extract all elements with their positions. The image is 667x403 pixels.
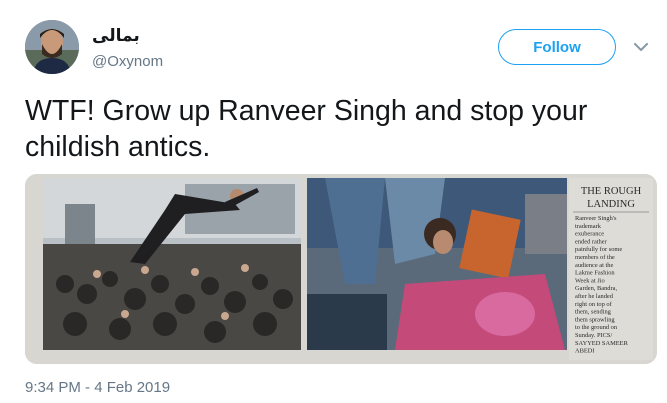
chevron-down-icon[interactable] — [630, 36, 652, 58]
caption-line: audience at the — [575, 262, 613, 269]
clipping-headline-2: LANDING — [587, 199, 635, 210]
stage-dive-photo — [43, 178, 301, 350]
caption-line: ABEDI — [575, 348, 595, 355]
caption-line: after he landed — [575, 293, 614, 300]
caption-line: painfully for some — [575, 246, 622, 253]
caption-line: Ranveer Singh's — [575, 215, 617, 222]
caption-line: Sunday. PICS/ — [575, 332, 612, 339]
caption-line: Week at Jio — [575, 277, 605, 284]
caption-line: ended rather — [575, 238, 608, 245]
newspaper-clipping-photo: THE ROUGH LANDING Ranveer Singh'stradema… — [25, 174, 657, 364]
caption-line: trademark — [575, 223, 602, 230]
avatar[interactable] — [25, 20, 79, 74]
follow-button[interactable]: Follow — [498, 29, 616, 65]
caption-column: THE ROUGH LANDING Ranveer Singh'stradema… — [569, 178, 653, 360]
caption-line: exuberance — [575, 231, 604, 238]
avatar-image — [25, 20, 79, 74]
caption-line: them, sending — [575, 309, 612, 316]
tweet-timestamp[interactable]: 9:34 PM - 4 Feb 2019 — [25, 379, 170, 396]
user-handle[interactable]: @Oxynom — [92, 53, 163, 70]
tweet-image[interactable]: THE ROUGH LANDING Ranveer Singh's tradema… — [25, 174, 657, 364]
clipping-headline-1: THE ROUGH — [581, 186, 642, 197]
caption-line: members of the — [575, 254, 615, 261]
caption-line: them sprawling — [575, 316, 615, 323]
audience-fall-photo — [307, 178, 567, 350]
caption-line: to the ground on — [575, 324, 618, 331]
tweet-text: WTF! Grow up Ranveer Singh and stop your… — [25, 95, 588, 163]
display-name[interactable]: بمالی — [92, 26, 140, 46]
caption-line: Lakme Fashion — [575, 270, 615, 277]
caption-line: SAYYED SAMEER — [575, 340, 629, 347]
caption-line: right on top of — [575, 301, 613, 308]
caption-line: Garden, Bandra, — [575, 285, 617, 292]
